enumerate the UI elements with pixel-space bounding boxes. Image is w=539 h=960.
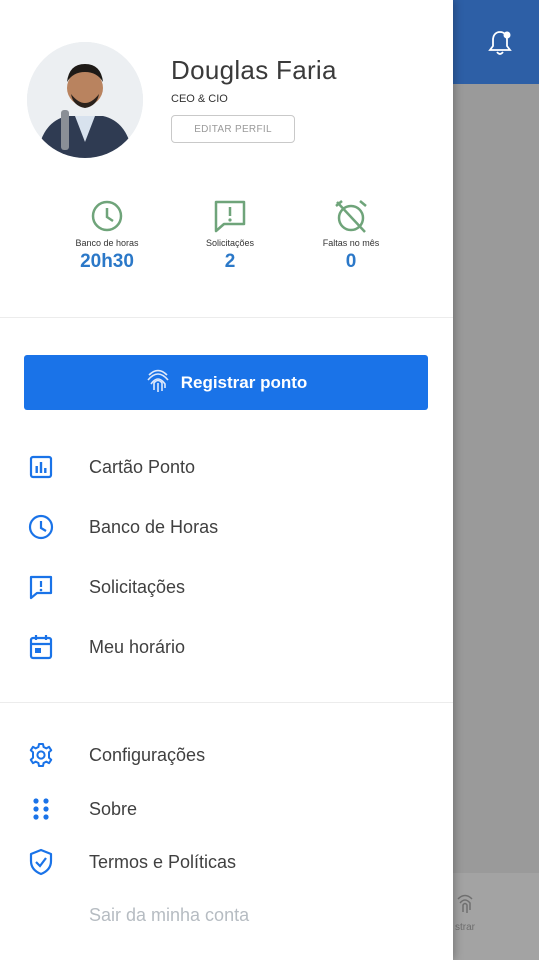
stat-value: 20h30 <box>80 251 134 272</box>
menu-item-label: Solicitações <box>89 576 186 597</box>
chart-card-icon <box>24 450 58 484</box>
stat-label: Banco de horas <box>75 238 139 248</box>
stat-banco-de-horas[interactable]: Banco de horas 20h30 <box>52 196 162 273</box>
calendar-icon <box>24 630 58 664</box>
menu-item-configuracoes[interactable]: Configurações <box>0 731 453 779</box>
profile-section: Douglas Faria CEO & CIO EDITAR PERFIL Ba… <box>0 0 453 318</box>
logout-link[interactable]: Sair da minha conta <box>89 905 249 926</box>
stat-label: Faltas no mês <box>322 238 380 248</box>
menu-item-termos-e-politicas[interactable]: Termos e Políticas <box>0 838 453 886</box>
menu-item-label: Configurações <box>89 744 206 765</box>
menu-item-solicitacoes[interactable]: Solicitações <box>0 563 453 611</box>
gear-icon <box>24 738 58 772</box>
menu-item-banco-de-horas[interactable]: Banco de Horas <box>0 503 453 551</box>
stat-solicitacoes[interactable]: Solicitações 2 <box>175 196 285 273</box>
notification-bell-icon[interactable] <box>486 28 514 58</box>
stat-faltas-no-mes[interactable]: Faltas no mês 0 <box>296 196 406 273</box>
avatar[interactable] <box>27 42 143 158</box>
alarm-off-icon <box>332 196 370 236</box>
alert-message-icon <box>212 196 248 236</box>
stat-value: 2 <box>224 251 236 272</box>
clock-icon <box>24 510 58 544</box>
register-point-label: Registrar ponto <box>180 372 308 392</box>
menu-divider <box>0 702 453 703</box>
menu-item-cartao-ponto[interactable]: Cartão Ponto <box>0 443 453 491</box>
register-point-button[interactable]: Registrar ponto <box>24 355 428 410</box>
menu-item-label: Termos e Políticas <box>89 851 237 872</box>
menu-item-meu-horario[interactable]: Meu horário <box>0 623 453 671</box>
menu-item-label: Meu horário <box>89 636 186 657</box>
alert-message-icon <box>24 570 58 604</box>
stat-value: 0 <box>345 251 357 272</box>
clock-icon <box>90 196 124 236</box>
edit-profile-button[interactable]: EDITAR PERFIL <box>171 115 295 143</box>
dots-grid-icon <box>24 792 58 826</box>
fingerprint-icon <box>457 894 473 913</box>
profile-name: Douglas Faria <box>171 55 337 85</box>
stat-label: Solicitações <box>205 238 255 248</box>
menu-item-label: Sobre <box>89 798 138 819</box>
shield-check-icon <box>24 845 58 879</box>
menu-item-label: Cartão Ponto <box>89 456 196 477</box>
menu-item-sobre[interactable]: Sobre <box>0 785 453 833</box>
menu-item-label: Banco de Horas <box>89 516 219 537</box>
profile-role: CEO & CIO <box>171 93 228 105</box>
fingerprint-icon <box>145 366 171 399</box>
navigation-drawer: Douglas Faria CEO & CIO EDITAR PERFIL Ba… <box>0 0 453 960</box>
bottom-nav-register-label: strar <box>455 922 475 933</box>
